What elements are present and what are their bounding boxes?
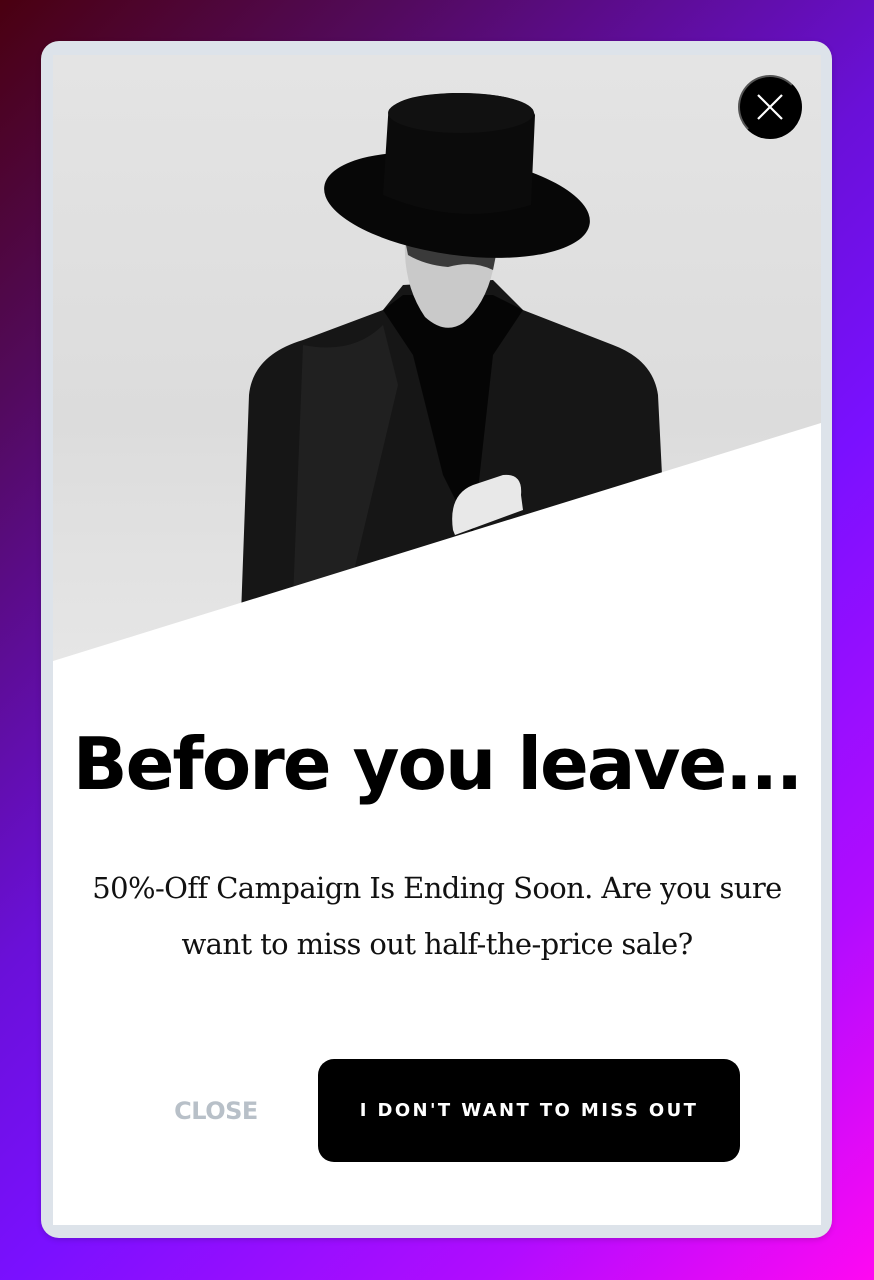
popup-message: 50%-Off Campaign Is Ending Soon. Are you… (92, 871, 782, 961)
popup-headline: Before you leave... (72, 722, 804, 806)
close-text-button[interactable]: CLOSE (150, 1088, 282, 1134)
close-popup-button[interactable] (738, 75, 802, 139)
close-x-icon (757, 94, 783, 120)
diagonal-divider (53, 423, 821, 675)
cta-button[interactable]: I DON'T WANT TO MISS OUT (318, 1059, 740, 1162)
exit-intent-popup (53, 55, 821, 1225)
